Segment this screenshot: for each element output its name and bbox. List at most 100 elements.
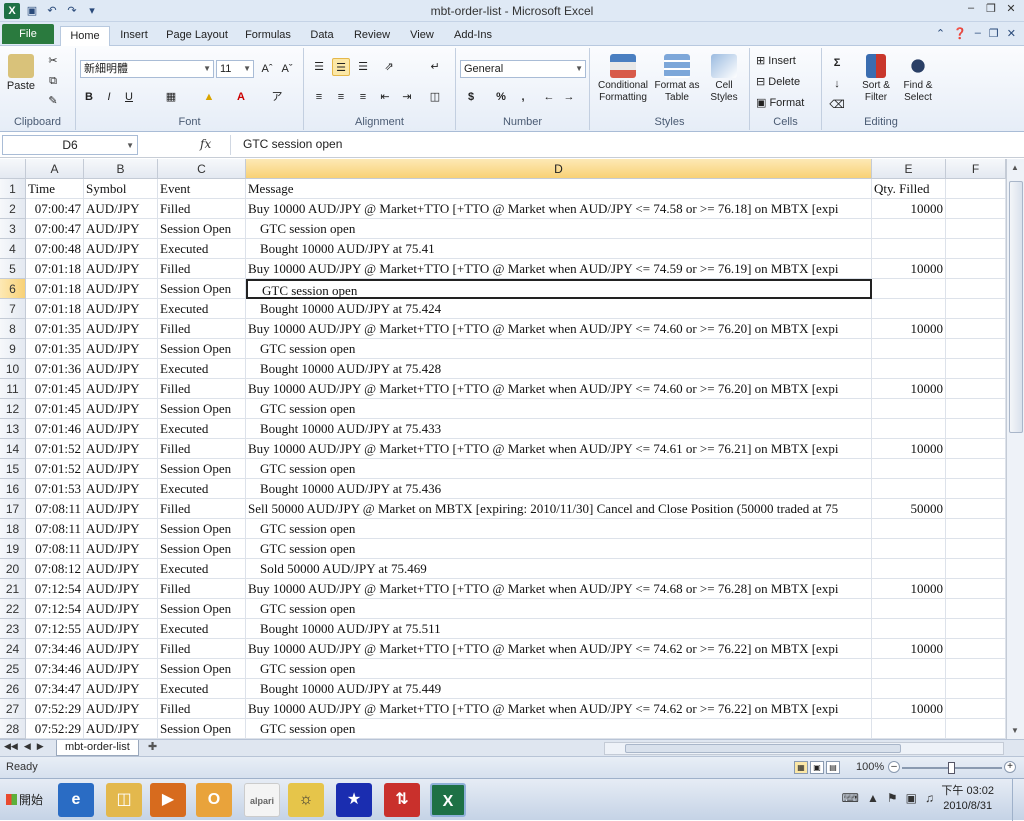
increase-decimal-icon[interactable]: ←	[540, 88, 558, 106]
cell-e[interactable]	[872, 459, 946, 479]
cell-f[interactable]	[946, 639, 1006, 659]
cell-c[interactable]: Executed	[158, 559, 246, 579]
cell-f[interactable]	[946, 179, 1006, 199]
cell-a[interactable]: 07:08:12	[26, 559, 84, 579]
cell-d[interactable]: Buy 10000 AUD/JPY @ Market+TTO [+TTO @ M…	[246, 199, 872, 219]
cell-b[interactable]: AUD/JPY	[84, 279, 158, 299]
select-all-corner[interactable]	[0, 159, 26, 179]
ie-icon[interactable]: e	[58, 783, 94, 817]
cell-d[interactable]: Sell 50000 AUD/JPY @ Market on MBTX [exp…	[246, 499, 872, 519]
cell-e[interactable]	[872, 539, 946, 559]
help-icon[interactable]: ❓	[953, 27, 967, 40]
decrease-indent-icon[interactable]: ⇤	[376, 88, 394, 106]
cell-f[interactable]	[946, 419, 1006, 439]
cell-b[interactable]: AUD/JPY	[84, 199, 158, 219]
row-header[interactable]: 2	[0, 199, 26, 219]
align-left-icon[interactable]: ≡	[310, 88, 328, 106]
row-header[interactable]: 27	[0, 699, 26, 719]
font-name-select[interactable]: 新細明體 ▼	[80, 60, 214, 78]
cell-b[interactable]: AUD/JPY	[84, 499, 158, 519]
cell-b[interactable]: AUD/JPY	[84, 219, 158, 239]
column-header-e[interactable]: E	[872, 159, 946, 179]
flag-icon[interactable]: ⚑	[887, 791, 898, 805]
row-header[interactable]: 21	[0, 579, 26, 599]
zoom-level[interactable]: 100%	[856, 761, 884, 773]
formula-input[interactable]: GTC session open	[230, 135, 1010, 155]
row-header[interactable]: 6	[0, 279, 26, 299]
cell-c[interactable]: Session Open	[158, 339, 246, 359]
number-format-select[interactable]: General ▼	[460, 60, 586, 78]
network-icon[interactable]: ▣	[906, 791, 917, 805]
cell-b[interactable]: AUD/JPY	[84, 319, 158, 339]
cell-d[interactable]: GTC session open	[246, 459, 872, 479]
row-header[interactable]: 3	[0, 219, 26, 239]
cell-d[interactable]: Bought 10000 AUD/JPY at 75.511	[246, 619, 872, 639]
sort-filter-button[interactable]: Sort & Filter	[856, 54, 896, 104]
app-icon-7[interactable]: ⇅	[384, 783, 420, 817]
cell-c[interactable]: Session Open	[158, 719, 246, 739]
row-header[interactable]: 23	[0, 619, 26, 639]
cell-f[interactable]	[946, 379, 1006, 399]
row-header[interactable]: 1	[0, 179, 26, 199]
fill-icon[interactable]: ↓	[828, 75, 846, 93]
cell-c[interactable]: Session Open	[158, 459, 246, 479]
cell-d[interactable]: Bought 10000 AUD/JPY at 75.41	[246, 239, 872, 259]
cell-a[interactable]: 07:12:54	[26, 579, 84, 599]
page-break-view-icon[interactable]: ▤	[826, 761, 840, 774]
cell-c[interactable]: Executed	[158, 239, 246, 259]
vertical-scrollbar[interactable]: ▲ ▼	[1006, 159, 1024, 739]
cell-styles-button[interactable]: Cell Styles	[702, 54, 746, 104]
cell-c[interactable]: Filled	[158, 439, 246, 459]
phonetic-icon[interactable]: ア	[268, 88, 286, 106]
row-header[interactable]: 8	[0, 319, 26, 339]
cell-f[interactable]	[946, 479, 1006, 499]
insert-function-icon[interactable]: fx	[200, 137, 211, 151]
delete-cells-button[interactable]: ⊟ Delete	[756, 75, 800, 88]
cell-e[interactable]	[872, 659, 946, 679]
workbook-close-icon[interactable]: ✕	[1007, 27, 1016, 40]
cell-b[interactable]: AUD/JPY	[84, 239, 158, 259]
tab-data[interactable]: Data	[302, 26, 342, 46]
column-header-c[interactable]: C	[158, 159, 246, 179]
column-header-f[interactable]: F	[946, 159, 1006, 179]
row-header[interactable]: 13	[0, 419, 26, 439]
cell-d[interactable]: Buy 10000 AUD/JPY @ Market+TTO [+TTO @ M…	[246, 259, 872, 279]
cell-d[interactable]: GTC session open	[246, 659, 872, 679]
cell-e[interactable]: 10000	[872, 639, 946, 659]
cell-a[interactable]: 07:12:55	[26, 619, 84, 639]
start-button[interactable]: 開始	[2, 788, 52, 812]
cell-a[interactable]: 07:12:54	[26, 599, 84, 619]
row-header[interactable]: 20	[0, 559, 26, 579]
cell-a[interactable]: 07:01:35	[26, 319, 84, 339]
app-icon-5[interactable]: ☼	[288, 783, 324, 817]
cell-d[interactable]: Bought 10000 AUD/JPY at 75.433	[246, 419, 872, 439]
tab-add-ins[interactable]: Add-Ins	[446, 26, 500, 46]
cell-d[interactable]: Buy 10000 AUD/JPY @ Market+TTO [+TTO @ M…	[246, 319, 872, 339]
tab-view[interactable]: View	[402, 26, 442, 46]
conditional-formatting-button[interactable]: Conditional Formatting	[592, 54, 654, 104]
worksheet-grid[interactable]: A B C D E F 1 Time Symbol Event Message Qty. …	[0, 159, 1006, 739]
row-header[interactable]: 11	[0, 379, 26, 399]
row-header[interactable]: 18	[0, 519, 26, 539]
clear-icon[interactable]: ⌫	[828, 96, 846, 114]
cell-f[interactable]	[946, 399, 1006, 419]
align-top-icon[interactable]: ☰	[310, 58, 328, 76]
cell-b[interactable]: AUD/JPY	[84, 439, 158, 459]
row-header[interactable]: 10	[0, 359, 26, 379]
cell-a[interactable]: 07:00:48	[26, 239, 84, 259]
cell-b[interactable]: AUD/JPY	[84, 699, 158, 719]
cell-e[interactable]	[872, 419, 946, 439]
cell-d[interactable]: Bought 10000 AUD/JPY at 75.428	[246, 359, 872, 379]
cell-f[interactable]	[946, 439, 1006, 459]
cell-e[interactable]: 10000	[872, 699, 946, 719]
normal-view-icon[interactable]: ▦	[794, 761, 808, 774]
cell-a[interactable]: 07:01:46	[26, 419, 84, 439]
align-bottom-icon[interactable]: ☰	[354, 58, 372, 76]
cell-f[interactable]	[946, 199, 1006, 219]
cell-f[interactable]	[946, 279, 1006, 299]
row-header[interactable]: 5	[0, 259, 26, 279]
cell-a[interactable]: 07:34:46	[26, 659, 84, 679]
cell-b[interactable]: AUD/JPY	[84, 639, 158, 659]
cell-a[interactable]: 07:00:47	[26, 199, 84, 219]
cell-b[interactable]: AUD/JPY	[84, 599, 158, 619]
